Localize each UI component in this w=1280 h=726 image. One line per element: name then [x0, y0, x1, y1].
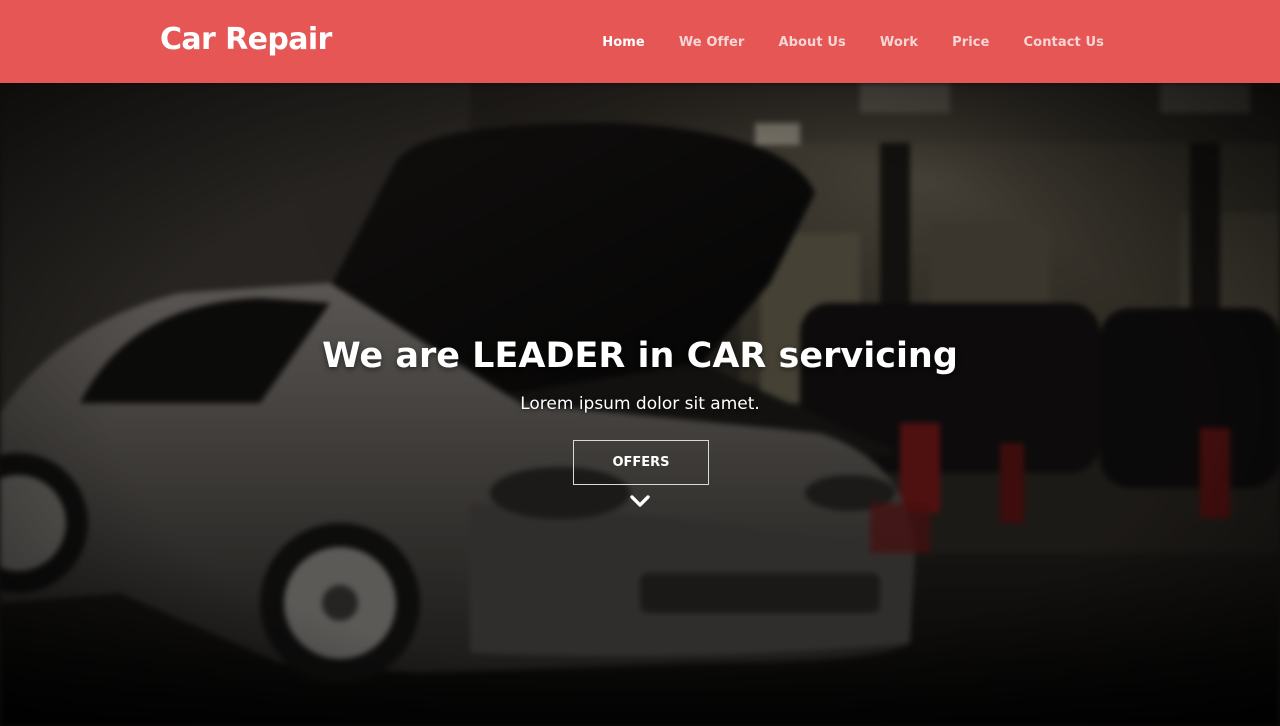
hero-title: We are LEADER in CAR servicing	[322, 336, 958, 376]
nav-link-contact-us[interactable]: Contact Us	[1024, 35, 1104, 50]
hero-content: We are LEADER in CAR servicing Lorem ips…	[0, 83, 1280, 726]
nav-menu: Home We Offer About Us Work Price Contac…	[568, 0, 1104, 83]
nav-link-home[interactable]: Home	[602, 35, 645, 50]
nav-item-work: Work	[880, 33, 918, 51]
nav-item-home: Home	[602, 33, 645, 51]
nav-link-about-us[interactable]: About Us	[778, 35, 845, 50]
nav-item-about-us: About Us	[778, 33, 845, 51]
navbar: Car Repair Home We Offer About Us Work P…	[0, 0, 1280, 83]
nav-link-we-offer[interactable]: We Offer	[679, 35, 745, 50]
nav-item-contact-us: Contact Us	[1024, 33, 1104, 51]
nav-item-price: Price	[952, 33, 989, 51]
hero-section: We are LEADER in CAR servicing Lorem ips…	[0, 83, 1280, 726]
nav-item-we-offer: We Offer	[679, 33, 745, 51]
chevron-down-icon[interactable]	[629, 493, 651, 509]
hero-subtitle: Lorem ipsum dolor sit amet.	[520, 394, 760, 414]
brand-logo[interactable]: Car Repair	[160, 20, 332, 60]
offers-button[interactable]: OFFERS	[573, 440, 709, 485]
nav-link-work[interactable]: Work	[880, 35, 918, 50]
nav-link-price[interactable]: Price	[952, 35, 989, 50]
